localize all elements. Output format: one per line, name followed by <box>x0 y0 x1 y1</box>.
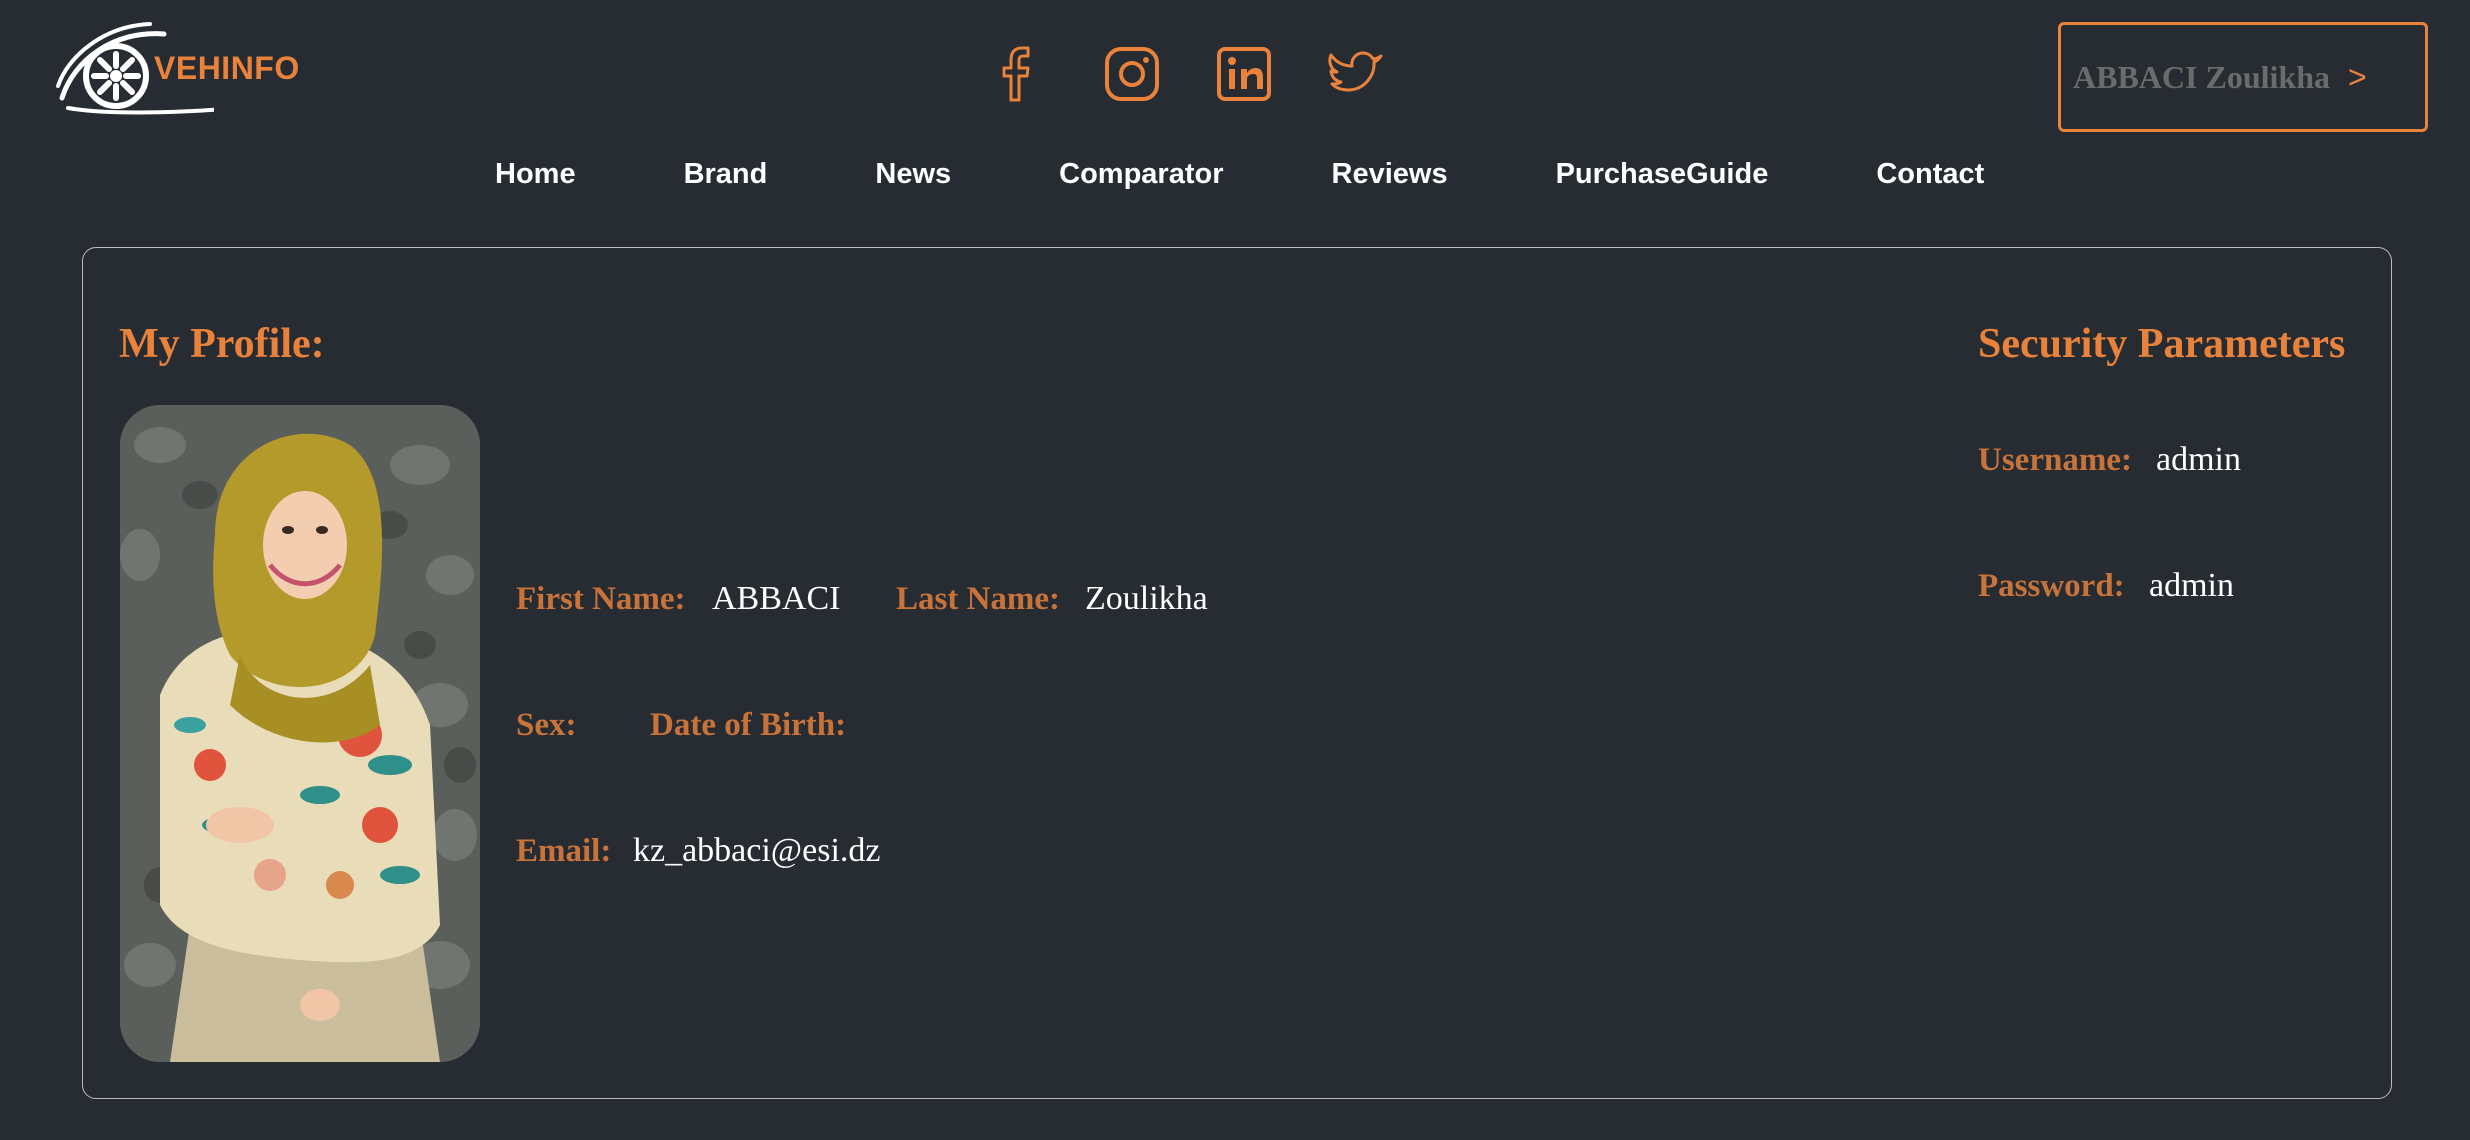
first-name-value: ABBACI <box>712 580 841 617</box>
nav-item-reviews[interactable]: Reviews <box>1332 158 1448 191</box>
last-name-label: Last Name: <box>896 581 1061 617</box>
social-links <box>990 44 1386 104</box>
last-name-value: Zoulikha <box>1085 580 1208 617</box>
username-value: admin <box>2156 441 2241 478</box>
username-label: Username: <box>1978 442 2132 478</box>
profile-photo <box>120 405 480 1062</box>
site-logo[interactable]: VEHINFO <box>54 20 304 116</box>
chevron-right-icon: > <box>2347 58 2367 95</box>
nav-item-comparator[interactable]: Comparator <box>1059 158 1223 191</box>
security-title: Security Parameters <box>1978 321 2346 367</box>
user-name-label: ABBACI Zoulikha <box>2073 58 2330 95</box>
main-nav: Home Brand News Comparator Reviews Purch… <box>495 158 1984 191</box>
password-label: Password: <box>1978 568 2125 604</box>
user-account-button[interactable]: ABBACI Zoulikha > <box>2058 22 2428 132</box>
email-label: Email: <box>516 833 612 869</box>
nav-item-purchaseguide[interactable]: PurchaseGuide <box>1556 158 1769 191</box>
profile-card: My Profile: First Name: ABBACI Last Name… <box>82 247 2392 1099</box>
instagram-icon[interactable] <box>1102 44 1162 104</box>
sex-label: Sex: <box>516 707 577 743</box>
profile-title: My Profile: <box>119 321 325 367</box>
nav-item-contact[interactable]: Contact <box>1876 158 1984 191</box>
logo-text: VEHINFO <box>154 50 300 86</box>
nav-item-home[interactable]: Home <box>495 158 576 191</box>
nav-item-brand[interactable]: Brand <box>684 158 768 191</box>
facebook-icon[interactable] <box>990 44 1050 104</box>
first-name-label: First Name: <box>516 581 686 617</box>
linkedin-icon[interactable] <box>1214 44 1274 104</box>
password-value: admin <box>2149 567 2234 604</box>
twitter-icon[interactable] <box>1326 44 1386 104</box>
email-value: kz_abbaci@esi.dz <box>633 832 881 869</box>
nav-item-news[interactable]: News <box>875 158 951 191</box>
date-of-birth-label: Date of Birth: <box>650 707 847 743</box>
